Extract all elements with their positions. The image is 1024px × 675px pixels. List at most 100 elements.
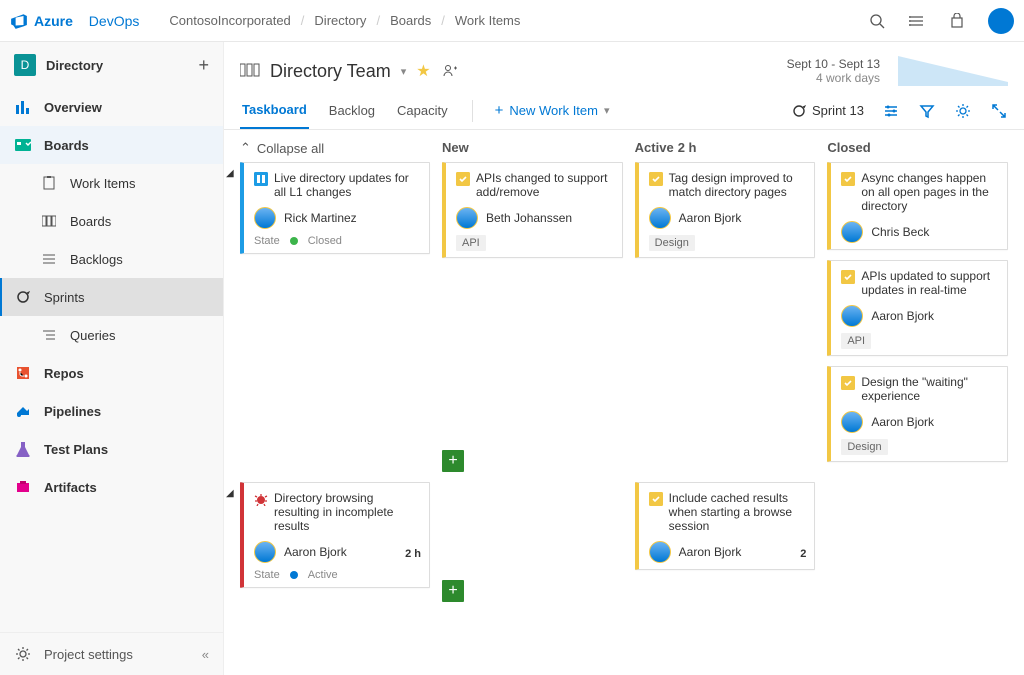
breadcrumb: ContosoIncorporated / Directory / Boards…: [169, 13, 520, 28]
repos-icon: [14, 364, 32, 382]
nav-repos[interactable]: Repos: [0, 354, 223, 392]
card-title: Directory browsing resulting in incomple…: [274, 491, 421, 533]
breadcrumb-page[interactable]: Work Items: [455, 13, 521, 28]
nav-sprints[interactable]: Sprints: [0, 278, 223, 316]
col-new[interactable]: +: [442, 482, 623, 602]
nav-boards-sub[interactable]: Boards: [0, 202, 223, 240]
boards-icon: [14, 136, 32, 154]
task-card[interactable]: Include cached results when starting a b…: [635, 482, 816, 570]
col-new[interactable]: APIs changed to support add/remove Beth J…: [442, 162, 623, 472]
backlogs-icon: [40, 250, 58, 268]
tag: API: [841, 333, 871, 349]
plus-icon[interactable]: +: [198, 55, 209, 76]
nav-boards[interactable]: Boards: [0, 126, 223, 164]
sprint-picker[interactable]: Sprint 13: [792, 103, 864, 118]
gear-icon: [14, 645, 32, 663]
pbi-card[interactable]: Directory browsing resulting in incomple…: [240, 482, 430, 588]
breadcrumb-project[interactable]: Directory: [314, 13, 366, 28]
tab-backlog[interactable]: Backlog: [327, 93, 377, 128]
main: Directory Team ▾ ★ Sept 10 - Sept 13 4 w…: [224, 42, 1024, 675]
task-card[interactable]: APIs changed to support add/remove Beth J…: [442, 162, 623, 258]
col-active[interactable]: Tag design improved to match directory p…: [635, 162, 816, 472]
taskboard-icon: [240, 62, 260, 81]
brand-text-1: Azure: [34, 13, 73, 29]
task-card[interactable]: Design the "waiting" experienceAaron Bjo…: [827, 366, 1008, 462]
tag: Design: [841, 439, 887, 455]
avatar: [841, 305, 863, 327]
col-active-header[interactable]: Active2 h: [635, 140, 816, 156]
pbi-card[interactable]: Live directory updates for all L1 change…: [240, 162, 430, 254]
nav-pipelines[interactable]: Pipelines: [0, 392, 223, 430]
col-closed[interactable]: Async changes happen on all open pages i…: [827, 162, 1008, 472]
sprint-info: Sept 10 - Sept 13 4 work days: [787, 57, 880, 85]
tab-capacity[interactable]: Capacity: [395, 93, 450, 128]
avatar: [456, 207, 478, 229]
project-settings[interactable]: Project settings «: [0, 632, 223, 675]
project-row[interactable]: D Directory +: [0, 42, 223, 88]
effort: 2 h: [405, 548, 421, 560]
assignee-name: Aaron Bjork: [679, 545, 742, 559]
new-work-item-button[interactable]: + New Work Item ▾: [495, 102, 610, 119]
queries-icon: [40, 326, 58, 344]
tab-taskboard[interactable]: Taskboard: [240, 92, 309, 129]
state-dot: [290, 571, 298, 579]
settings-sliders-icon[interactable]: [882, 102, 900, 120]
app-logo[interactable]: Azure DevOps: [10, 12, 139, 30]
state-dot: [290, 237, 298, 245]
sprints-icon: [14, 288, 32, 306]
sprint-icon: [792, 104, 806, 118]
swimlane-caret[interactable]: ◢: [226, 168, 234, 179]
breadcrumb-area[interactable]: Boards: [390, 13, 431, 28]
work-items-icon: [40, 174, 58, 192]
avatar: [649, 541, 671, 563]
assignee-name: Aaron Bjork: [871, 309, 934, 323]
boards-sub-icon: [40, 212, 58, 230]
add-card-button[interactable]: +: [442, 580, 464, 602]
team-name[interactable]: Directory Team: [270, 61, 391, 82]
chevron-left-icon[interactable]: «: [202, 647, 209, 662]
fullscreen-icon[interactable]: [990, 102, 1008, 120]
swimlane-caret[interactable]: ◢: [226, 488, 234, 499]
star-icon[interactable]: ★: [416, 61, 430, 81]
board-settings-icon[interactable]: [954, 102, 972, 120]
artifacts-icon: [14, 478, 32, 496]
nav-queries[interactable]: Queries: [0, 316, 223, 354]
user-avatar[interactable]: [988, 8, 1014, 34]
swimlane: ◢ Live directory updates for all L1 chang…: [224, 162, 1024, 482]
breadcrumb-org[interactable]: ContosoIncorporated: [169, 13, 290, 28]
col-new-header[interactable]: New: [442, 140, 623, 156]
col-active[interactable]: Include cached results when starting a b…: [635, 482, 816, 602]
nav-work-items[interactable]: Work Items: [0, 164, 223, 202]
assignee-name: Rick Martinez: [284, 211, 357, 225]
assignee-name: Beth Johanssen: [486, 211, 572, 225]
nav-overview[interactable]: Overview: [0, 88, 223, 126]
avatar: [254, 207, 276, 229]
burndown-chart[interactable]: [898, 56, 1008, 86]
card-title: APIs changed to support add/remove: [476, 171, 614, 199]
collapse-all[interactable]: ⌃Collapse all: [240, 140, 430, 156]
nav-backlogs[interactable]: Backlogs: [0, 240, 223, 278]
list-icon[interactable]: [908, 12, 926, 30]
team-members-icon[interactable]: [441, 62, 459, 80]
state-value: Closed: [308, 235, 342, 247]
col-closed-header[interactable]: Closed: [827, 140, 1008, 156]
filter-icon[interactable]: [918, 102, 936, 120]
tag: API: [456, 235, 486, 251]
avatar: [841, 221, 863, 243]
tag: Design: [649, 235, 695, 251]
task-card[interactable]: APIs updated to support updates in real-…: [827, 260, 1008, 356]
add-card-button[interactable]: +: [442, 450, 464, 472]
nav-artifacts[interactable]: Artifacts: [0, 468, 223, 506]
nav-test-plans[interactable]: Test Plans: [0, 430, 223, 468]
task-card[interactable]: Tag design improved to match directory p…: [635, 162, 816, 258]
top-icons: [868, 8, 1014, 34]
team-header: Directory Team ▾ ★ Sept 10 - Sept 13 4 w…: [224, 42, 1024, 92]
col-closed[interactable]: [827, 482, 1008, 602]
search-icon[interactable]: [868, 12, 886, 30]
chevron-down-icon[interactable]: ▾: [401, 65, 407, 78]
sidebar: D Directory + Overview Boards Work Items…: [0, 42, 224, 675]
tabs-row: Taskboard Backlog Capacity + New Work It…: [224, 92, 1024, 130]
shop-icon[interactable]: [948, 12, 966, 30]
task-card[interactable]: Async changes happen on all open pages i…: [827, 162, 1008, 250]
card-title: Tag design improved to match directory p…: [669, 171, 807, 199]
